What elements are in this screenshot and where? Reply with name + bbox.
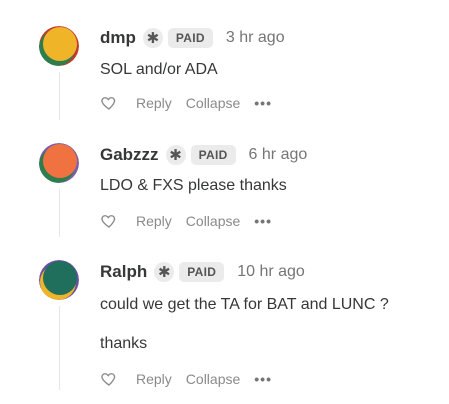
- timestamp[interactable]: 10 hr ago: [237, 263, 305, 281]
- comment-header: Gabzzz ✱ PAID 6 hr ago: [100, 143, 307, 167]
- asterisk-icon: ✱: [165, 145, 186, 165]
- asterisk-icon: ✱: [142, 28, 163, 48]
- comment-actions: Reply Collapse •••: [100, 369, 272, 389]
- comment-header: Ralph ✱ PAID 10 hr ago: [100, 260, 305, 284]
- collapse-button[interactable]: Collapse: [186, 371, 240, 387]
- paid-badge: PAID: [167, 28, 213, 48]
- timestamp[interactable]: 6 hr ago: [249, 146, 308, 164]
- author-name[interactable]: Ralph: [100, 262, 147, 282]
- timestamp[interactable]: 3 hr ago: [226, 29, 285, 47]
- avatar[interactable]: [39, 260, 79, 300]
- heart-icon[interactable]: [100, 370, 118, 388]
- collapse-button[interactable]: Collapse: [186, 95, 240, 111]
- heart-icon[interactable]: [100, 94, 118, 112]
- comment-text: SOL and/or ADA: [100, 61, 218, 78]
- thread-line: [59, 189, 60, 237]
- comment-text-line-2: thanks: [100, 335, 148, 352]
- author-name[interactable]: Gabzzz: [100, 145, 159, 165]
- comment-text: LDO & FXS please thanks: [100, 177, 287, 194]
- thread-line: [59, 306, 60, 390]
- paid-badge: PAID: [190, 145, 236, 165]
- more-options-icon[interactable]: •••: [254, 95, 272, 111]
- avatar[interactable]: [39, 143, 79, 183]
- author-name[interactable]: dmp: [100, 28, 136, 48]
- avatar[interactable]: [39, 26, 79, 66]
- comment-text-line-1: could we get the TA for BAT and LUNC ?: [100, 296, 389, 313]
- heart-icon[interactable]: [100, 212, 118, 230]
- paid-badge: PAID: [179, 262, 225, 282]
- more-options-icon[interactable]: •••: [254, 371, 272, 387]
- more-options-icon[interactable]: •••: [254, 213, 272, 229]
- collapse-button[interactable]: Collapse: [186, 213, 240, 229]
- avatar-image: [39, 26, 79, 66]
- avatar-image: [39, 143, 79, 183]
- asterisk-icon: ✱: [154, 262, 175, 282]
- avatar-image: [39, 260, 79, 300]
- reply-button[interactable]: Reply: [136, 371, 172, 387]
- comment-header: dmp ✱ PAID 3 hr ago: [100, 26, 285, 50]
- comment-actions: Reply Collapse •••: [100, 93, 272, 113]
- thread-line: [59, 72, 60, 120]
- reply-button[interactable]: Reply: [136, 213, 172, 229]
- reply-button[interactable]: Reply: [136, 95, 172, 111]
- comment-actions: Reply Collapse •••: [100, 211, 272, 231]
